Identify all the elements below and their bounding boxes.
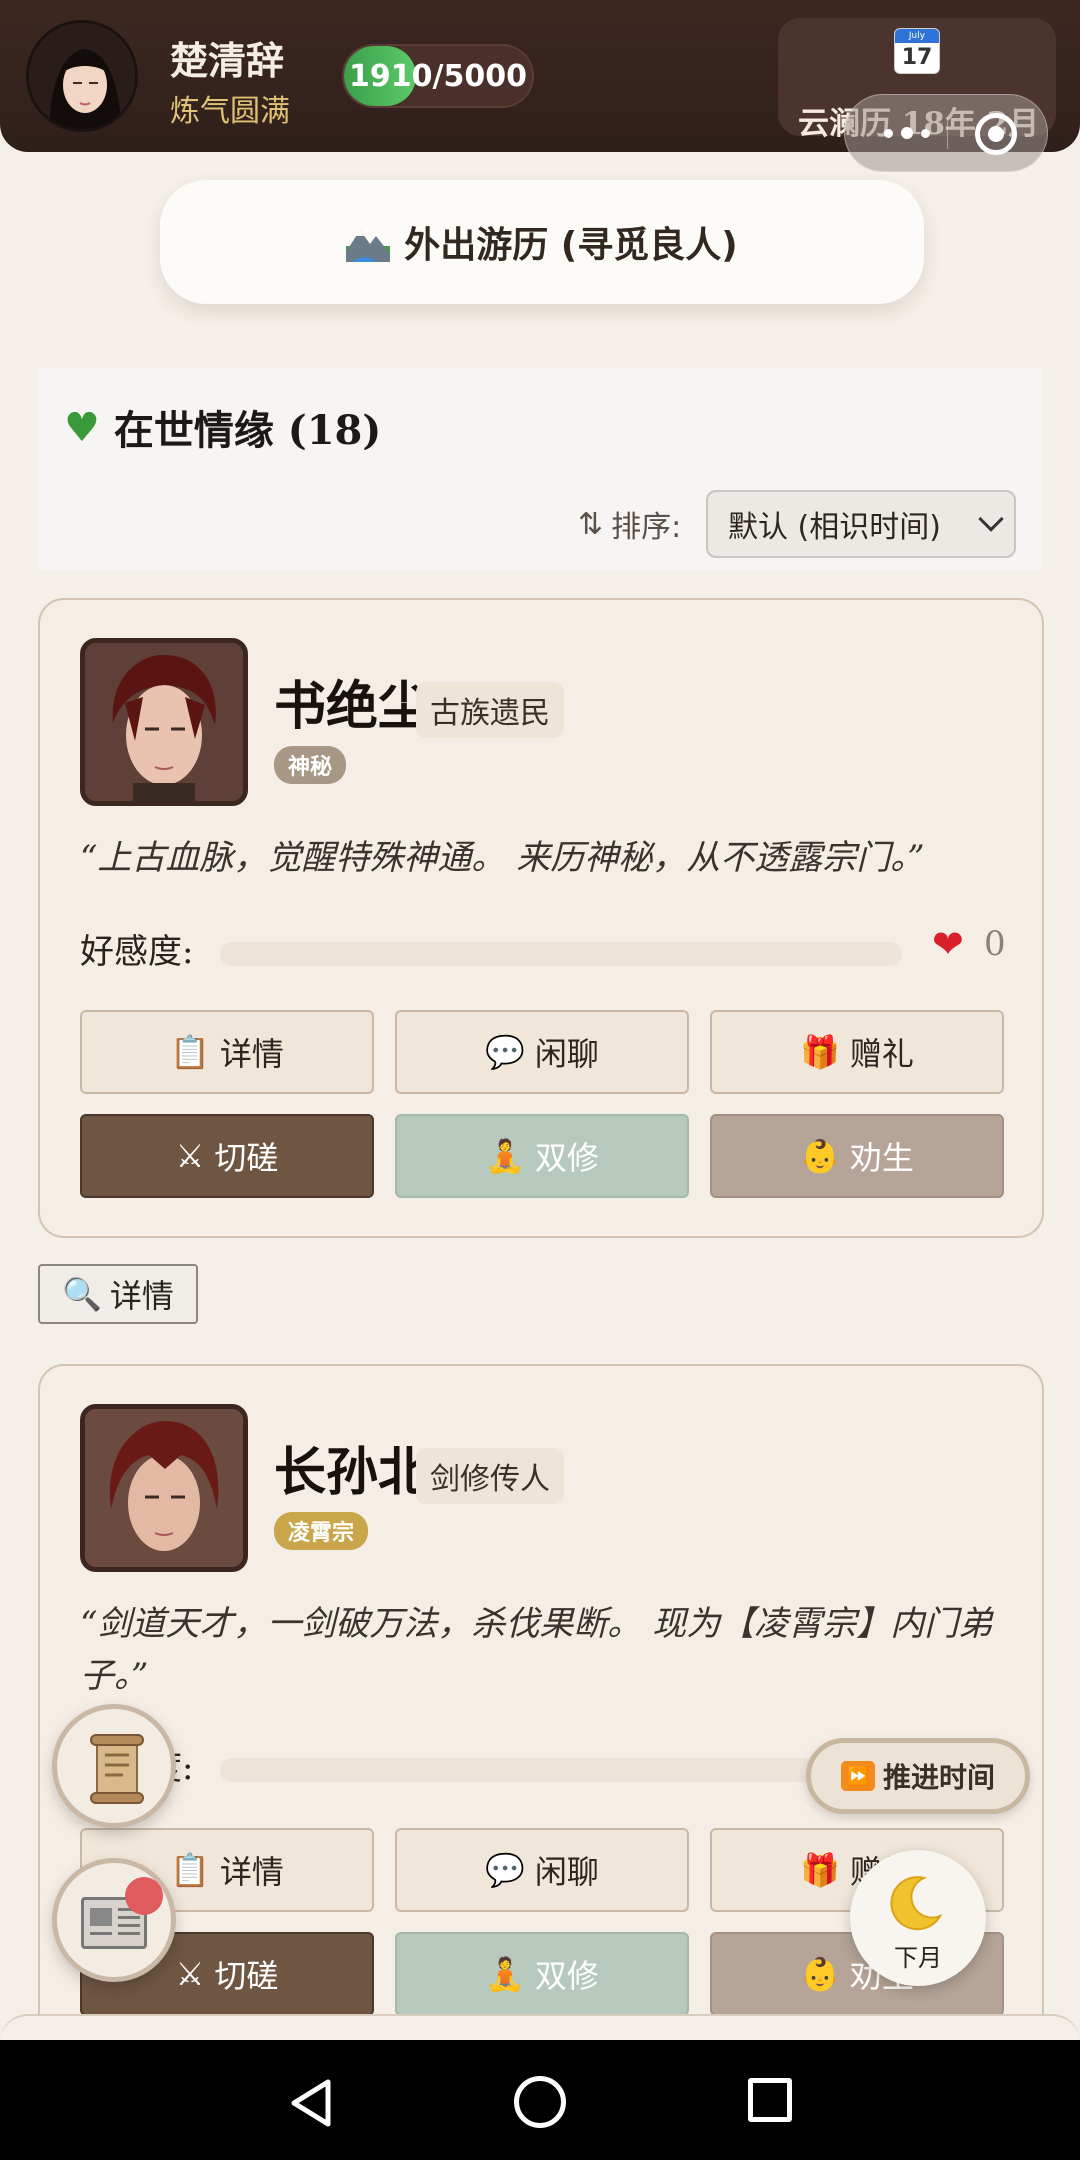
baby-icon: 👶 [800, 1137, 840, 1175]
red-heart-icon: ❤ [932, 922, 964, 966]
detail-link-label: 详情 [109, 1277, 174, 1315]
detail-button[interactable]: 📋 详情 [80, 1010, 374, 1094]
scroll-icon [90, 1734, 144, 1804]
player-avatar[interactable] [26, 20, 138, 132]
travel-button[interactable]: 外出游历 (寻觅良人) [160, 180, 924, 304]
sort-label: ⇅ 排序: [578, 502, 681, 546]
gift-icon: 🎁 [800, 1851, 840, 1889]
sort-select[interactable]: 默认 (相识时间) [706, 490, 1016, 558]
capsule-divider [947, 117, 948, 149]
spar-button[interactable]: ⚔ 切磋 [80, 1114, 374, 1198]
gift-button[interactable]: 🎁赠礼 [710, 1010, 1004, 1094]
section-title-text: 在世情缘 (18) [113, 407, 382, 454]
favor-label: 好感度: [80, 932, 194, 972]
crossed-swords-icon: ⚔ [175, 1137, 205, 1175]
detail-button-label: 详情 [219, 1853, 284, 1891]
player-rank: 炼气圆满 [170, 94, 290, 129]
top-status-bar: 楚清辞 炼气圆满 1910/5000 July 17 云澜历 18年 2月 [0, 0, 1080, 172]
sort-arrows-icon: ⇅ [578, 506, 604, 542]
xp-progress-text: 1910/5000 [349, 58, 527, 94]
meditation-icon: 🧘 [485, 1955, 525, 1993]
gift-icon: 🎁 [800, 1033, 840, 1071]
character-portrait[interactable] [80, 1404, 248, 1572]
fast-forward-icon: ⏩ [840, 1761, 875, 1791]
app-screen: 楚清辞 炼气圆满 1910/5000 July 17 云澜历 18年 2月 外出… [0, 0, 1080, 2160]
travel-button-label: 外出游历 (寻觅良人) [404, 225, 738, 266]
more-menu-icon[interactable] [871, 115, 943, 151]
back-icon[interactable] [288, 2078, 332, 2128]
advance-time-label: 推进时间 [882, 1761, 995, 1794]
character-faction-tag: 神秘 [274, 746, 347, 784]
character-name: 书绝尘 [274, 676, 431, 737]
character-quote: “上古血脉，觉醒特殊神通。 来历神秘，从不透露宗门。” [80, 838, 925, 878]
relationship-section-header: ♥ 在世情缘 (18) ⇅ 排序: 默认 (相识时间) [38, 368, 1042, 570]
detail-button-label: 详情 [219, 1035, 284, 1073]
chat-button[interactable]: 💬 闲聊 [395, 1828, 689, 1912]
recent-apps-icon[interactable] [748, 2078, 792, 2122]
chat-button[interactable]: 💬 闲聊 [395, 1010, 689, 1094]
scroll-button[interactable] [52, 1704, 176, 1828]
miniprogram-capsule [844, 94, 1048, 172]
character-title: 古族遗民 [416, 682, 564, 738]
gift-button-label: 赠礼 [849, 1035, 914, 1073]
character-quote: “剑道天才，一剑破万法，杀伐果断。 现为【凌霄宗】内门弟子。” [80, 1604, 993, 1696]
character-card: 书绝尘 古族遗民 神秘 “上古血脉，觉醒特殊神通。 来历神秘，从不透露宗门。” … [38, 598, 1044, 1238]
calendar-day: 17 [901, 45, 933, 70]
favor-value: 0 [984, 924, 1006, 964]
sort-label-text: 排序: [611, 510, 682, 545]
calendar-month-label: July [895, 29, 939, 43]
notification-dot [125, 1877, 163, 1915]
baby-icon: 👶 [800, 1955, 840, 1993]
clipboard-icon: 📋 [170, 1851, 210, 1889]
persuade-button[interactable]: 👶劝生 [710, 1114, 1004, 1198]
sort-select-value: 默认 (相识时间) [728, 510, 941, 545]
dual-cultivation-button[interactable]: 🧘 双修 [395, 1932, 689, 2016]
next-month-button[interactable]: 下月 [850, 1850, 986, 1986]
close-miniprogram-icon[interactable] [975, 113, 1017, 155]
character-name: 长孙北 [274, 1442, 431, 1503]
chat-button-label: 闲聊 [534, 1853, 599, 1891]
character-faction-tag: 凌霄宗 [274, 1512, 369, 1550]
system-navigation-bar [0, 2040, 1080, 2160]
advance-time-button[interactable]: ⏩ 推进时间 [806, 1738, 1030, 1814]
player-name: 楚清辞 [170, 38, 285, 83]
favor-progress-bar [220, 1758, 902, 1782]
speech-bubble-icon: 💬 [485, 1033, 525, 1071]
chat-button-label: 闲聊 [534, 1035, 599, 1073]
xp-progress-bar: 1910/5000 [342, 44, 534, 108]
dual-cultivation-label: 双修 [534, 1139, 599, 1177]
dual-cultivation-button[interactable]: 🧘 双修 [395, 1114, 689, 1198]
chevron-down-icon [978, 506, 1004, 532]
favor-progress-bar [220, 942, 902, 966]
section-title: ♥ 在世情缘 (18) [64, 398, 381, 456]
meditation-icon: 🧘 [485, 1137, 525, 1175]
dual-cultivation-label: 双修 [534, 1957, 599, 1995]
speech-bubble-icon: 💬 [485, 1851, 525, 1889]
crescent-moon-icon [890, 1876, 943, 1931]
character-title: 剑修传人 [416, 1448, 564, 1504]
mountain-icon [346, 230, 391, 262]
news-button[interactable] [52, 1858, 176, 1982]
character-portrait[interactable] [80, 638, 248, 806]
green-heart-icon: ♥ [64, 403, 100, 451]
spar-button-label: 切磋 [214, 1957, 279, 1995]
detail-link-button[interactable]: 🔍 详情 [38, 1264, 198, 1324]
persuade-button-label: 劝生 [849, 1139, 914, 1177]
calendar-icon: July 17 [894, 28, 940, 74]
magnifier-icon: 🔍 [62, 1275, 102, 1313]
spar-button-label: 切磋 [214, 1139, 279, 1177]
crossed-swords-icon: ⚔ [175, 1955, 205, 1993]
home-icon[interactable] [514, 2076, 566, 2128]
clipboard-icon: 📋 [170, 1033, 210, 1071]
next-month-label: 下月 [894, 1944, 942, 1972]
